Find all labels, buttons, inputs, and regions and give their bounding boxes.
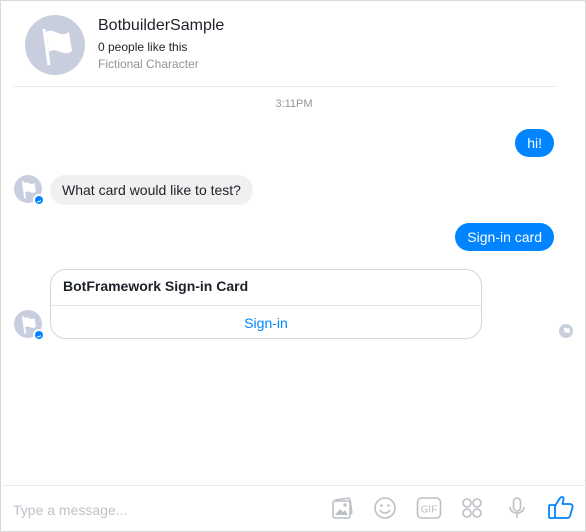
page-likes: 0 people like this — [98, 40, 188, 54]
photo-icon[interactable] — [330, 495, 356, 521]
games-icon[interactable] — [459, 495, 485, 521]
flag-icon — [42, 28, 72, 66]
emoji-icon[interactable] — [372, 495, 398, 521]
outgoing-message[interactable]: Sign-in card — [455, 223, 554, 251]
incoming-message[interactable]: What card would like to test? — [50, 175, 253, 205]
bot-avatar[interactable] — [14, 175, 45, 206]
conversation-header: BotbuilderSample 0 people like this Fict… — [25, 15, 565, 75]
header-divider — [13, 86, 556, 87]
outgoing-message[interactable]: hi! — [515, 129, 554, 157]
bot-avatar[interactable] — [14, 310, 45, 341]
page-avatar[interactable] — [25, 15, 85, 75]
seen-avatar-icon — [559, 324, 573, 338]
gif-icon[interactable]: GIF — [416, 495, 442, 521]
page-category: Fictional Character — [98, 57, 199, 71]
card-title: BotFramework Sign-in Card — [63, 278, 249, 294]
svg-text:GIF: GIF — [421, 505, 438, 516]
message-timestamp: 3:11PM — [275, 98, 313, 110]
messenger-badge-icon — [33, 329, 45, 341]
messenger-badge-icon — [33, 194, 45, 206]
page-name[interactable]: BotbuilderSample — [98, 17, 224, 35]
composer-divider — [2, 485, 586, 486]
messenger-window: BotbuilderSample 0 people like this Fict… — [0, 0, 586, 532]
microphone-icon[interactable] — [504, 495, 530, 521]
message-input[interactable] — [13, 497, 313, 523]
thumbs-up-icon[interactable] — [547, 493, 574, 519]
signin-card: BotFramework Sign-in Card Sign-in — [50, 269, 482, 339]
signin-button[interactable]: Sign-in — [51, 306, 481, 338]
